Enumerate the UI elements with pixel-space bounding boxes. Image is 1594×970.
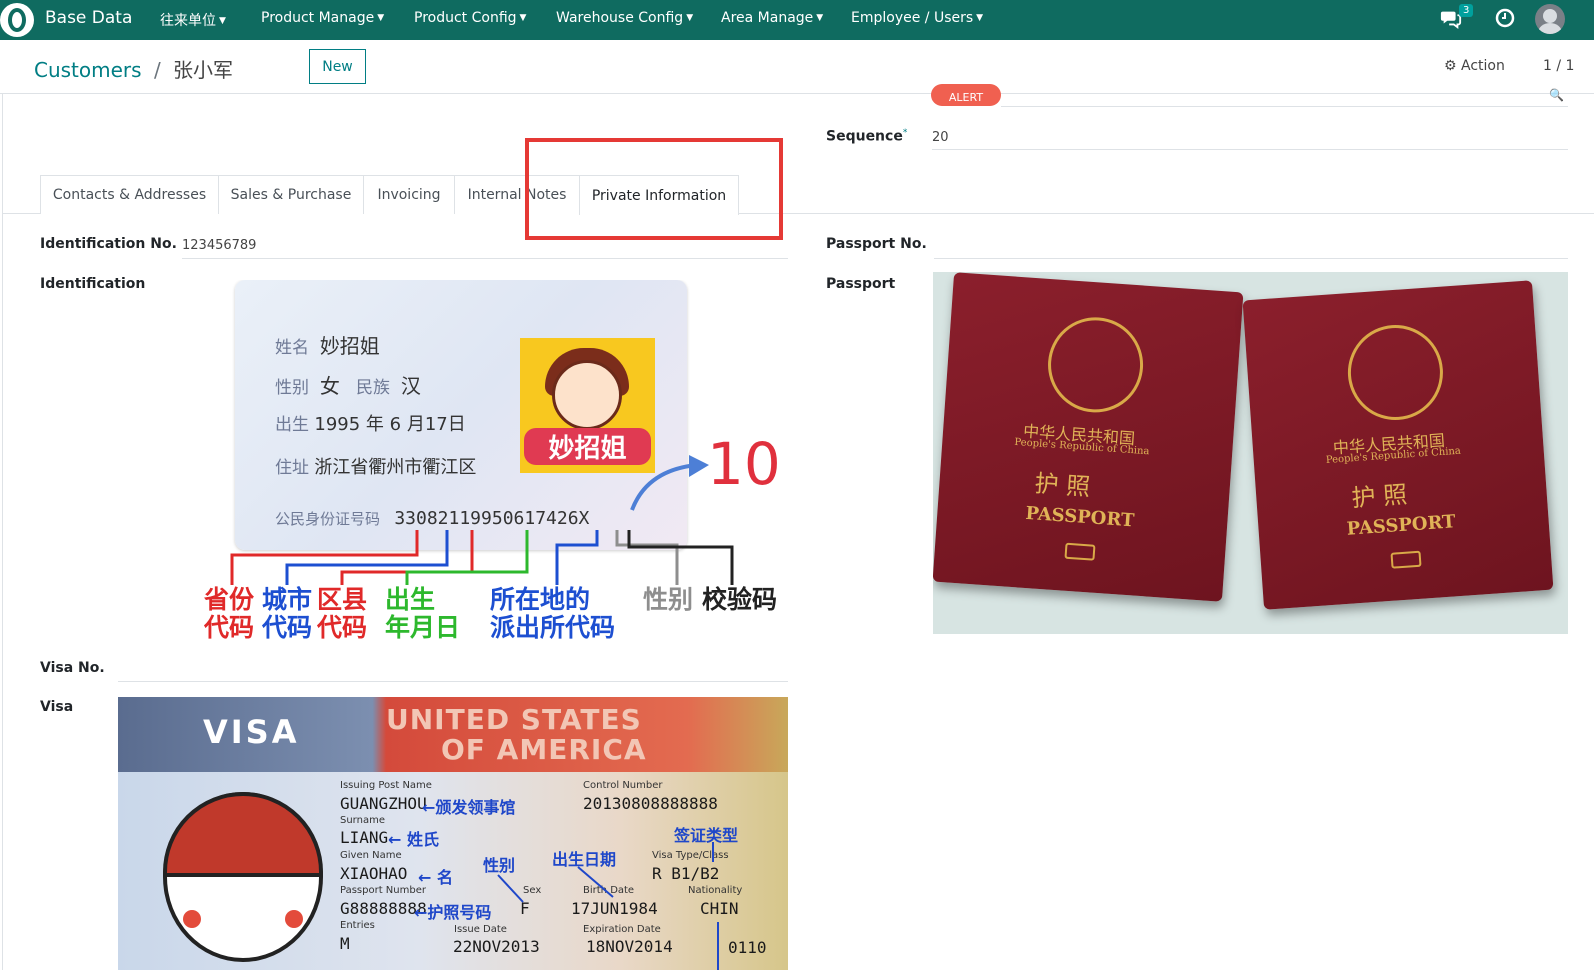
tab-invoicing[interactable]: Invoicing	[363, 175, 455, 214]
visa-no-underline	[118, 681, 788, 682]
tag-badge[interactable]: ALERT	[931, 84, 1001, 106]
chip-icon	[1064, 542, 1096, 561]
app-name[interactable]: Base Data	[45, 8, 132, 28]
visa-image[interactable]: VISA UNITED STATES OF AMERICA Issuing Pos…	[118, 697, 788, 970]
legend-city: 城市 代码	[262, 585, 313, 642]
sheet-border	[2, 94, 3, 970]
menu-employee-users[interactable]: Employee / Users ▼	[851, 10, 983, 26]
passport-cn-title: 护 照	[1350, 480, 1409, 513]
legend-birthdate: 出生 年月日	[385, 585, 461, 642]
caret-down-icon: ▼	[219, 16, 226, 26]
menu-wanglai[interactable]: 往来单位 ▼	[160, 10, 226, 30]
passport-en-title: PASSPORT	[1346, 511, 1457, 540]
pager-value[interactable]: 1 / 1	[1543, 58, 1574, 74]
caret-down-icon: ▼	[377, 13, 385, 23]
clock-icon[interactable]	[1495, 8, 1515, 28]
action-button[interactable]: ⚙ Action	[1444, 58, 1505, 74]
control-panel: Customers / 张小军 New ⚙ Action 1 / 1	[0, 40, 1594, 94]
visa-no-label: Visa No.	[40, 660, 105, 676]
tab-contacts-addresses[interactable]: Contacts & Addresses	[40, 175, 219, 214]
breadcrumb: Customers / 张小军	[34, 54, 233, 83]
chat-badge: 3	[1459, 4, 1474, 17]
passport-cn-title: 护 照	[1033, 469, 1092, 502]
legend-checksum: 校验码	[702, 585, 778, 614]
breadcrumb-separator: /	[153, 58, 161, 82]
sequence-input[interactable]: 20	[932, 130, 949, 145]
identification-no-underline	[182, 258, 788, 259]
tab-internal-notes[interactable]: Internal Notes	[454, 175, 580, 214]
passport-booklet-right: 中华人民共和国 People's Republic of China 护 照 P…	[1242, 280, 1554, 610]
new-button[interactable]: New	[309, 49, 366, 84]
menu-area-manage[interactable]: Area Manage ▼	[721, 10, 823, 26]
identification-no-input[interactable]: 123456789	[182, 238, 256, 253]
passport-en-title: PASSPORT	[1024, 502, 1136, 532]
identification-image[interactable]: 姓名 妙招姐 性别 女 民族 汉 出生 1995 年 6 月17日 住址 浙江省…	[117, 280, 789, 650]
visa-label: Visa	[40, 699, 74, 715]
emblem-icon	[1344, 321, 1447, 424]
sequence-underline	[932, 149, 1568, 150]
passport-no-label: Passport No.	[826, 236, 927, 252]
gear-icon: ⚙	[1444, 58, 1457, 74]
menu-warehouse-config[interactable]: Warehouse Config ▼	[556, 10, 693, 26]
passport-label: Passport	[826, 276, 896, 292]
caret-down-icon: ▼	[519, 13, 527, 23]
tab-private-information[interactable]: Private Information	[579, 175, 739, 215]
legend-district: 区县 代码	[317, 585, 368, 642]
breadcrumb-current: 张小军	[173, 58, 234, 82]
legend-police-station: 所在地的 派出所代码	[490, 585, 616, 642]
visa-arrows	[497, 842, 719, 970]
menu-product-manage[interactable]: Product Manage ▼	[261, 10, 384, 26]
chip-icon	[1390, 550, 1422, 569]
user-avatar[interactable]	[1535, 4, 1565, 34]
caret-down-icon: ▼	[976, 13, 984, 23]
caret-down-icon: ▼	[686, 13, 694, 23]
legend-province: 省份 代码	[204, 585, 255, 642]
menu-product-config[interactable]: Product Config ▼	[414, 10, 526, 26]
identification-no-label: Identification No.	[40, 236, 177, 252]
passport-booklet-left: 中华人民共和国 People's Republic of China 护 照 P…	[933, 272, 1244, 602]
search-icon[interactable]: 🔍	[1549, 88, 1564, 102]
tags-field-underline	[1001, 106, 1568, 107]
app-logo-icon[interactable]	[0, 3, 34, 37]
emblem-icon	[1044, 314, 1147, 416]
top-navbar: Base Data 往来单位 ▼ Product Manage ▼ Product …	[0, 0, 1594, 40]
sequence-label: Sequence*	[826, 128, 908, 145]
caret-down-icon: ▼	[816, 13, 824, 23]
passport-image[interactable]: 中华人民共和国 People's Republic of China 护 照 P…	[933, 272, 1568, 634]
breadcrumb-customers[interactable]: Customers	[34, 58, 142, 82]
passport-no-underline	[934, 258, 1568, 259]
tab-sales-purchase[interactable]: Sales & Purchase	[218, 175, 364, 214]
legend-sex: 性别	[643, 585, 694, 614]
